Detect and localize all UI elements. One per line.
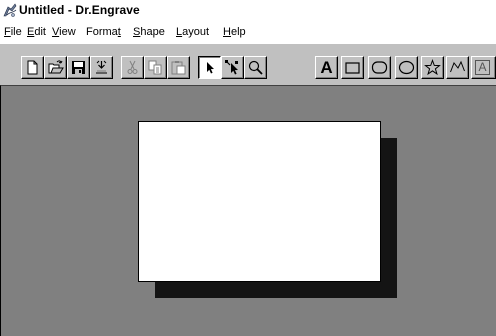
star-tool-button[interactable] — [421, 56, 444, 79]
rounded-rectangle-tool-button[interactable] — [368, 56, 391, 79]
new-file-icon — [27, 60, 38, 75]
menu-file[interactable]: File — [4, 24, 22, 40]
drawing-workspace[interactable] — [0, 85, 496, 336]
rectangle-tool-button[interactable] — [341, 56, 364, 79]
paste-clipboard-icon — [171, 61, 186, 75]
copy-icon — [148, 60, 162, 75]
menu-help[interactable]: Help — [223, 24, 246, 40]
toolbar: A A — [0, 43, 496, 85]
new-file-button[interactable] — [21, 56, 44, 79]
menu-edit[interactable]: Edit — [27, 24, 46, 40]
menu-shape[interactable]: Shape — [133, 24, 165, 40]
save-disk-icon — [72, 61, 85, 74]
rounded-rectangle-icon — [371, 61, 388, 74]
menu-bar: File Edit View Format Shape Layout Help — [0, 21, 496, 43]
cut-scissors-icon — [127, 60, 138, 74]
rectangle-icon — [345, 62, 360, 74]
text-tool-button[interactable]: A — [315, 56, 338, 79]
drawing-page[interactable] — [138, 121, 381, 282]
star-icon — [424, 59, 441, 76]
open-folder-icon — [48, 60, 64, 74]
window-title: Untitled - Dr.Engrave — [19, 3, 140, 17]
menu-format[interactable]: Format — [86, 24, 121, 40]
node-edit-arrow-icon — [225, 60, 238, 75]
title-bar[interactable]: Untitled - Dr.Engrave — [0, 0, 496, 21]
select-tool-button[interactable] — [198, 56, 221, 79]
zoom-tool-button[interactable] — [244, 56, 267, 79]
text-tool-label: A — [320, 58, 333, 77]
menu-layout[interactable]: Layout — [176, 24, 209, 40]
polyline-icon — [450, 60, 465, 73]
copy-button[interactable] — [144, 56, 167, 79]
polyline-tool-button[interactable] — [446, 56, 469, 79]
ellipse-icon — [398, 60, 415, 75]
menu-view[interactable]: View — [52, 24, 76, 40]
select-arrow-icon — [207, 62, 214, 74]
open-button[interactable] — [44, 56, 67, 79]
zoom-magnifier-icon — [248, 60, 263, 75]
paste-button[interactable] — [167, 56, 190, 79]
node-edit-tool-button[interactable] — [221, 56, 244, 79]
engrave-output-button[interactable] — [90, 56, 113, 79]
text-frame-tool-label: A — [475, 60, 490, 75]
ellipse-tool-button[interactable] — [395, 56, 418, 79]
text-frame-tool-button[interactable]: A — [471, 56, 496, 79]
save-button[interactable] — [67, 56, 90, 79]
dr-engrave-app-icon — [3, 3, 17, 17]
cut-button[interactable] — [121, 56, 144, 79]
app-window: Untitled - Dr.Engrave File Edit View For… — [0, 0, 496, 336]
engrave-output-icon — [96, 60, 107, 74]
